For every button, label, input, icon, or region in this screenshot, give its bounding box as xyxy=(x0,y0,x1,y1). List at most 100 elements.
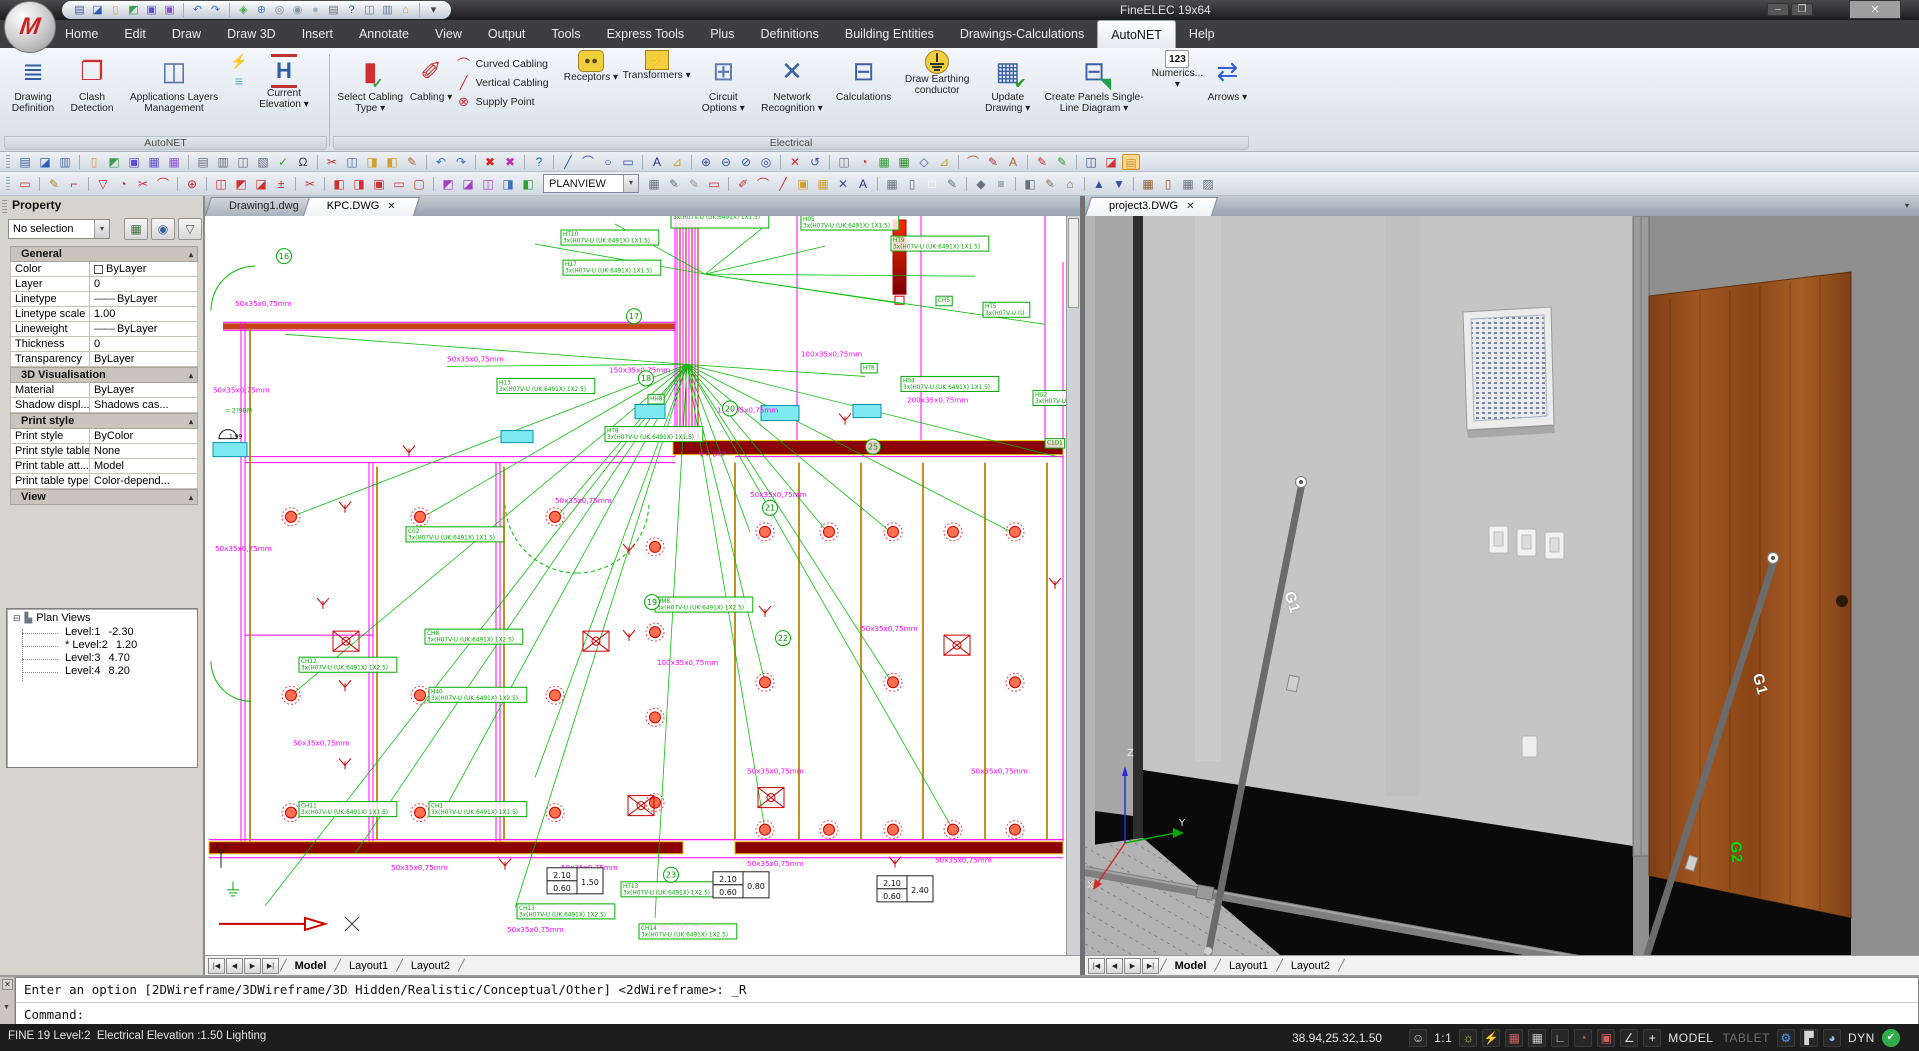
annotation-visibility-icon[interactable]: ☼ xyxy=(1459,1029,1477,1047)
shade-render-icon[interactable]: ● xyxy=(308,2,323,18)
regen-icon[interactable]: ↺ xyxy=(806,154,824,170)
bld-folder-icon[interactable]: ◪ xyxy=(90,2,105,18)
close-button[interactable]: ✕ xyxy=(1849,0,1901,19)
pan-icon[interactable]: ◎ xyxy=(757,154,775,170)
layer-tool-2-icon[interactable]: ◪ xyxy=(459,176,477,192)
command-history[interactable]: Enter an option [2DWireframe/3DWireframe… xyxy=(15,977,1919,1026)
bld-doc-icon[interactable]: ▤ xyxy=(16,154,34,170)
command-close-icon[interactable]: ✕ xyxy=(2,979,13,990)
grid-icon[interactable]: ▦ xyxy=(875,154,893,170)
tree-item-level-4[interactable]: Level:48.20 xyxy=(7,665,197,678)
new-drawing-icon[interactable]: ▯ xyxy=(108,2,123,18)
sheet-tab-layout1[interactable]: Layout1 xyxy=(1221,960,1276,972)
ribbon-button-current-elevation[interactable]: HCurrent Elevation ▾ xyxy=(252,50,316,135)
polar-icon[interactable]: ◔ xyxy=(1574,1029,1592,1047)
drawing-canvas-3d[interactable]: ZYX G1G1G2 xyxy=(1085,216,1919,955)
property-value[interactable]: ByLayer xyxy=(90,352,198,367)
bld-props-icon[interactable]: ▥ xyxy=(56,154,74,170)
orbit-icon[interactable]: ◈ xyxy=(236,2,251,18)
doc-search-icon[interactable]: ◫ xyxy=(234,154,252,170)
door-2-icon[interactable]: ▯ xyxy=(1159,176,1177,192)
ribbon-button-supply-point[interactable]: ⊗Supply Point xyxy=(455,92,561,111)
menu-tab-drawings-calculations[interactable]: Drawings-Calculations xyxy=(947,20,1097,48)
property-value[interactable]: 1.00 xyxy=(90,307,198,322)
properties-icon[interactable]: ◫ xyxy=(835,154,853,170)
box-edit-3-icon[interactable]: ▣ xyxy=(370,176,388,192)
frame-icon[interactable]: □ xyxy=(923,176,941,192)
curved-cable-icon[interactable]: ⌒ xyxy=(754,176,772,192)
settings-gear-icon[interactable]: ⚙ xyxy=(1777,1029,1795,1047)
center-snap-icon[interactable]: ⊕ xyxy=(183,176,201,192)
doc-tab-kpc-dwg[interactable]: KPC.DWG✕ xyxy=(311,196,412,216)
open-icon[interactable]: ◩ xyxy=(126,2,141,18)
straight-cable-icon[interactable]: ╱ xyxy=(774,176,792,192)
mtext-icon[interactable]: A xyxy=(1004,154,1022,170)
property-value[interactable]: Color-depend... xyxy=(90,474,198,489)
ribbon-button-curved-cabling[interactable]: ⌒Curved Cabling xyxy=(455,54,561,73)
property-value[interactable]: 0 xyxy=(90,337,198,352)
paint-icon[interactable]: ✎ xyxy=(45,176,63,192)
wall-tool-icon[interactable]: ▭ xyxy=(16,176,34,192)
property-value[interactable]: None xyxy=(90,444,198,459)
corner-icon[interactable]: ⌐ xyxy=(65,176,83,192)
grid-display-icon[interactable]: ▦ xyxy=(1528,1029,1546,1047)
property-row-print-table-att[interactable]: Print table att...Model xyxy=(10,459,198,474)
tree-root-row[interactable]: ⊟▙Plan Views xyxy=(7,609,197,626)
window-2-icon[interactable]: ◩ xyxy=(232,176,250,192)
workspace-icon[interactable]: ▛ xyxy=(1800,1029,1818,1047)
rectangle-icon[interactable]: ▭ xyxy=(619,154,637,170)
menu-tab-output[interactable]: Output xyxy=(475,20,539,48)
sheet-nav-button[interactable]: |◀ xyxy=(208,958,225,974)
property-row-thickness[interactable]: Thickness0 xyxy=(10,337,198,352)
ribbon-button-update-drawing[interactable]: ▦✔Update Drawing ▾ xyxy=(977,50,1038,135)
command-input-line[interactable]: Command: xyxy=(16,1003,1918,1024)
planview-combo[interactable]: PLANVIEW ▾ xyxy=(543,174,639,193)
box-edit-1-icon[interactable]: ◧ xyxy=(330,176,348,192)
minimize-button[interactable]: – xyxy=(1767,3,1789,16)
property-row-print-style-table[interactable]: Print style tableNone xyxy=(10,444,198,459)
save-icon[interactable]: ▣ xyxy=(144,2,159,18)
toolbar-grip[interactable] xyxy=(6,177,10,191)
help-icon[interactable]: ? xyxy=(530,154,548,170)
property-value[interactable]: Shadows cas... xyxy=(90,398,198,413)
toolbar-grip[interactable] xyxy=(6,155,10,169)
menu-tab-help[interactable]: Help xyxy=(1176,20,1228,48)
edit-poly-icon[interactable]: ✎ xyxy=(1033,154,1051,170)
window-3-icon[interactable]: ◪ xyxy=(252,176,270,192)
shade-hidden-icon[interactable]: ◉ xyxy=(290,2,305,18)
restore-button[interactable]: ❐ xyxy=(1791,3,1813,16)
blocks-icon[interactable]: ◇ xyxy=(915,154,933,170)
ribbon-button-applications-layers-management[interactable]: ◫Applications Layers Management xyxy=(122,50,226,135)
zoom-in-icon[interactable]: ⊕ xyxy=(697,154,715,170)
dimension-icon[interactable]: ⊿ xyxy=(668,154,686,170)
levels-icon[interactable]: ≡ xyxy=(235,74,243,88)
property-value[interactable]: ByColor xyxy=(90,429,198,444)
ribbon-button-transformers[interactable]: ⚡Transformers ▾ xyxy=(621,50,692,135)
crosshair-icon[interactable]: + xyxy=(1643,1029,1661,1047)
menu-tab-draw-3d[interactable]: Draw 3D xyxy=(214,20,289,48)
trim-icon[interactable]: ✂ xyxy=(134,176,152,192)
select-poly-icon[interactable]: ▽ xyxy=(94,176,112,192)
save-bcis-icon[interactable]: ▦ xyxy=(145,154,163,170)
label-icon[interactable]: A xyxy=(854,176,872,192)
tree-item-level-1[interactable]: Level:1-2.30 xyxy=(7,626,197,639)
property-row-linetype-scale[interactable]: Linetype scale1.00 xyxy=(10,307,198,322)
layer-tool-1-icon[interactable]: ◩ xyxy=(439,176,457,192)
property-section-3d-visualisation[interactable]: 3D Visualisation▴ xyxy=(10,367,198,383)
menu-tab-building-entities[interactable]: Building Entities xyxy=(832,20,947,48)
spell-check-icon[interactable]: ✓ xyxy=(274,154,292,170)
collapse-icon[interactable]: ▴ xyxy=(189,414,193,428)
menu-tab-autonet[interactable]: AutoNET xyxy=(1097,20,1176,48)
revcloud-icon[interactable]: ✎ xyxy=(984,154,1002,170)
save-as-icon[interactable]: ▣ xyxy=(162,2,177,18)
select-circle-icon[interactable]: ◔ xyxy=(114,176,132,192)
copy-link-icon[interactable]: ▥ xyxy=(380,2,395,18)
layer-tool-5-icon[interactable]: ◧ xyxy=(519,176,537,192)
property-row-transparency[interactable]: TransparencyByLayer xyxy=(10,352,198,367)
app-logo[interactable]: M xyxy=(4,1,56,53)
redo-icon[interactable]: ↷ xyxy=(452,154,470,170)
combo-arrow-icon[interactable]: ▾ xyxy=(623,175,638,192)
property-value[interactable]: 0 xyxy=(90,277,198,292)
drawing-canvas-2d[interactable]: 50x35x0,75mm50x35x0,75mm150x35x0,75mm100… xyxy=(205,216,1066,955)
menu-tab-insert[interactable]: Insert xyxy=(289,20,346,48)
